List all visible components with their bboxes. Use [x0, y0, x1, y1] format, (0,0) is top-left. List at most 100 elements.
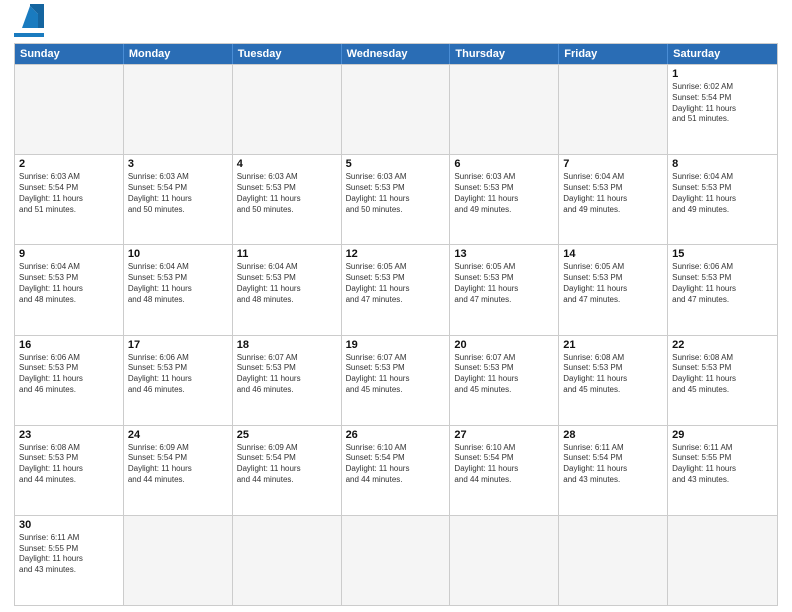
day-info: Sunrise: 6:10 AM Sunset: 5:54 PM Dayligh…	[454, 443, 554, 486]
day-number: 11	[237, 248, 337, 260]
day-info: Sunrise: 6:05 AM Sunset: 5:53 PM Dayligh…	[346, 262, 446, 305]
day-info: Sunrise: 6:05 AM Sunset: 5:53 PM Dayligh…	[563, 262, 663, 305]
day-info: Sunrise: 6:06 AM Sunset: 5:53 PM Dayligh…	[19, 353, 119, 396]
day-number: 2	[19, 158, 119, 170]
empty-cell	[342, 65, 451, 154]
empty-cell	[342, 516, 451, 605]
empty-cell	[15, 65, 124, 154]
day-cell-11: 11Sunrise: 6:04 AM Sunset: 5:53 PM Dayli…	[233, 245, 342, 334]
day-cell-27: 27Sunrise: 6:10 AM Sunset: 5:54 PM Dayli…	[450, 426, 559, 515]
day-cell-21: 21 Sunrise: 6:08 AM Sunset: 5:53 PM Dayli…	[559, 336, 668, 425]
day-cell-4: 4 Sunrise: 6:03 AM Sunset: 5:53 PM Daylig…	[233, 155, 342, 244]
day-cell-26: 26 Sunrise: 6:10 AM Sunset: 5:54 PM Dayli…	[342, 426, 451, 515]
day-info: Sunrise: 6:09 AM Sunset: 5:54 PM Dayligh…	[128, 443, 228, 486]
day-number: 21	[563, 339, 663, 351]
day-cell-8: 8 Sunrise: 6:04 AM Sunset: 5:53 PM Daylig…	[668, 155, 777, 244]
empty-cell	[559, 516, 668, 605]
day-number: 8	[672, 158, 773, 170]
day-info: Sunrise: 6:03 AM Sunset: 5:54 PM Dayligh…	[19, 172, 119, 215]
header	[14, 10, 778, 37]
day-number: 24	[128, 429, 228, 441]
day-info: Sunrise: 6:02 AM Sunset: 5:54 PM Dayligh…	[672, 82, 773, 125]
day-number: 28	[563, 429, 663, 441]
day-info: Sunrise: 6:04 AM Sunset: 5:53 PM Dayligh…	[19, 262, 119, 305]
day-cell-29: 29 Sunrise: 6:11 AM Sunset: 5:55 PM Dayli…	[668, 426, 777, 515]
day-info: Sunrise: 6:08 AM Sunset: 5:53 PM Dayligh…	[19, 443, 119, 486]
empty-cell	[668, 516, 777, 605]
calendar-row-1: 2 Sunrise: 6:03 AM Sunset: 5:54 PM Daylig…	[15, 154, 777, 244]
day-cell-22: 22 Sunrise: 6:08 AM Sunset: 5:53 PM Dayli…	[668, 336, 777, 425]
day-number: 13	[454, 248, 554, 260]
calendar-row-2: 9 Sunrise: 6:04 AM Sunset: 5:53 PM Daylig…	[15, 244, 777, 334]
empty-cell	[124, 516, 233, 605]
day-number: 14	[563, 248, 663, 260]
day-cell-14: 14 Sunrise: 6:05 AM Sunset: 5:53 PM Dayli…	[559, 245, 668, 334]
calendar-body: 1 Sunrise: 6:02 AM Sunset: 5:54 PM Daylig…	[15, 64, 777, 605]
day-info: Sunrise: 6:10 AM Sunset: 5:54 PM Dayligh…	[346, 443, 446, 486]
day-cell-13: 13 Sunrise: 6:05 AM Sunset: 5:53 PM Dayli…	[450, 245, 559, 334]
day-cell-18: 18 Sunrise: 6:07 AM Sunset: 5:53 PM Dayli…	[233, 336, 342, 425]
day-number: 15	[672, 248, 773, 260]
day-info: Sunrise: 6:04 AM Sunset: 5:53 PM Dayligh…	[563, 172, 663, 215]
day-number: 18	[237, 339, 337, 351]
day-cell-28: 28 Sunrise: 6:11 AM Sunset: 5:54 PM Dayli…	[559, 426, 668, 515]
day-info: Sunrise: 6:05 AM Sunset: 5:53 PM Dayligh…	[454, 262, 554, 305]
day-info: Sunrise: 6:04 AM Sunset: 5:53 PM Dayligh…	[128, 262, 228, 305]
day-info: Sunrise: 6:07 AM Sunset: 5:53 PM Dayligh…	[454, 353, 554, 396]
weekday-header-monday: Monday	[124, 44, 233, 64]
day-number: 12	[346, 248, 446, 260]
empty-cell	[233, 516, 342, 605]
logo	[14, 10, 44, 37]
day-number: 22	[672, 339, 773, 351]
logo-icon	[16, 4, 44, 32]
day-number: 1	[672, 68, 773, 80]
day-number: 25	[237, 429, 337, 441]
day-info: Sunrise: 6:11 AM Sunset: 5:54 PM Dayligh…	[563, 443, 663, 486]
day-cell-1: 1 Sunrise: 6:02 AM Sunset: 5:54 PM Daylig…	[668, 65, 777, 154]
logo-bar	[14, 33, 44, 37]
day-info: Sunrise: 6:08 AM Sunset: 5:53 PM Dayligh…	[672, 353, 773, 396]
day-cell-25: 25 Sunrise: 6:09 AM Sunset: 5:54 PM Dayli…	[233, 426, 342, 515]
day-cell-7: 7 Sunrise: 6:04 AM Sunset: 5:53 PM Daylig…	[559, 155, 668, 244]
day-number: 10	[128, 248, 228, 260]
day-info: Sunrise: 6:09 AM Sunset: 5:54 PM Dayligh…	[237, 443, 337, 486]
day-info: Sunrise: 6:03 AM Sunset: 5:53 PM Dayligh…	[237, 172, 337, 215]
day-number: 23	[19, 429, 119, 441]
day-info: Sunrise: 6:11 AM Sunset: 5:55 PM Dayligh…	[672, 443, 773, 486]
calendar-row-3: 16Sunrise: 6:06 AM Sunset: 5:53 PM Dayli…	[15, 335, 777, 425]
day-info: Sunrise: 6:04 AM Sunset: 5:53 PM Dayligh…	[672, 172, 773, 215]
calendar-row-4: 23 Sunrise: 6:08 AM Sunset: 5:53 PM Dayli…	[15, 425, 777, 515]
day-cell-30: 30 Sunrise: 6:11 AM Sunset: 5:55 PM Dayli…	[15, 516, 124, 605]
day-cell-19: 19 Sunrise: 6:07 AM Sunset: 5:53 PM Dayli…	[342, 336, 451, 425]
day-info: Sunrise: 6:11 AM Sunset: 5:55 PM Dayligh…	[19, 533, 119, 576]
day-info: Sunrise: 6:06 AM Sunset: 5:53 PM Dayligh…	[128, 353, 228, 396]
day-number: 30	[19, 519, 119, 531]
day-cell-23: 23 Sunrise: 6:08 AM Sunset: 5:53 PM Dayli…	[15, 426, 124, 515]
day-number: 29	[672, 429, 773, 441]
day-cell-5: 5Sunrise: 6:03 AM Sunset: 5:53 PM Daylig…	[342, 155, 451, 244]
day-info: Sunrise: 6:03 AM Sunset: 5:54 PM Dayligh…	[128, 172, 228, 215]
day-info: Sunrise: 6:07 AM Sunset: 5:53 PM Dayligh…	[346, 353, 446, 396]
day-number: 19	[346, 339, 446, 351]
day-number: 9	[19, 248, 119, 260]
weekday-header-friday: Friday	[559, 44, 668, 64]
day-number: 26	[346, 429, 446, 441]
calendar-row-5: 30 Sunrise: 6:11 AM Sunset: 5:55 PM Dayli…	[15, 515, 777, 605]
empty-cell	[450, 516, 559, 605]
empty-cell	[233, 65, 342, 154]
day-info: Sunrise: 6:07 AM Sunset: 5:53 PM Dayligh…	[237, 353, 337, 396]
day-cell-12: 12 Sunrise: 6:05 AM Sunset: 5:53 PM Dayli…	[342, 245, 451, 334]
day-cell-10: 10 Sunrise: 6:04 AM Sunset: 5:53 PM Dayli…	[124, 245, 233, 334]
day-cell-15: 15 Sunrise: 6:06 AM Sunset: 5:53 PM Dayli…	[668, 245, 777, 334]
weekday-header-wednesday: Wednesday	[342, 44, 451, 64]
calendar-header: SundayMondayTuesdayWednesdayThursdayFrid…	[15, 44, 777, 64]
day-number: 7	[563, 158, 663, 170]
day-info: Sunrise: 6:06 AM Sunset: 5:53 PM Dayligh…	[672, 262, 773, 305]
day-cell-2: 2 Sunrise: 6:03 AM Sunset: 5:54 PM Daylig…	[15, 155, 124, 244]
day-number: 3	[128, 158, 228, 170]
empty-cell	[559, 65, 668, 154]
day-info: Sunrise: 6:08 AM Sunset: 5:53 PM Dayligh…	[563, 353, 663, 396]
day-info: Sunrise: 6:03 AM Sunset: 5:53 PM Dayligh…	[346, 172, 446, 215]
day-cell-20: 20Sunrise: 6:07 AM Sunset: 5:53 PM Dayli…	[450, 336, 559, 425]
day-number: 4	[237, 158, 337, 170]
